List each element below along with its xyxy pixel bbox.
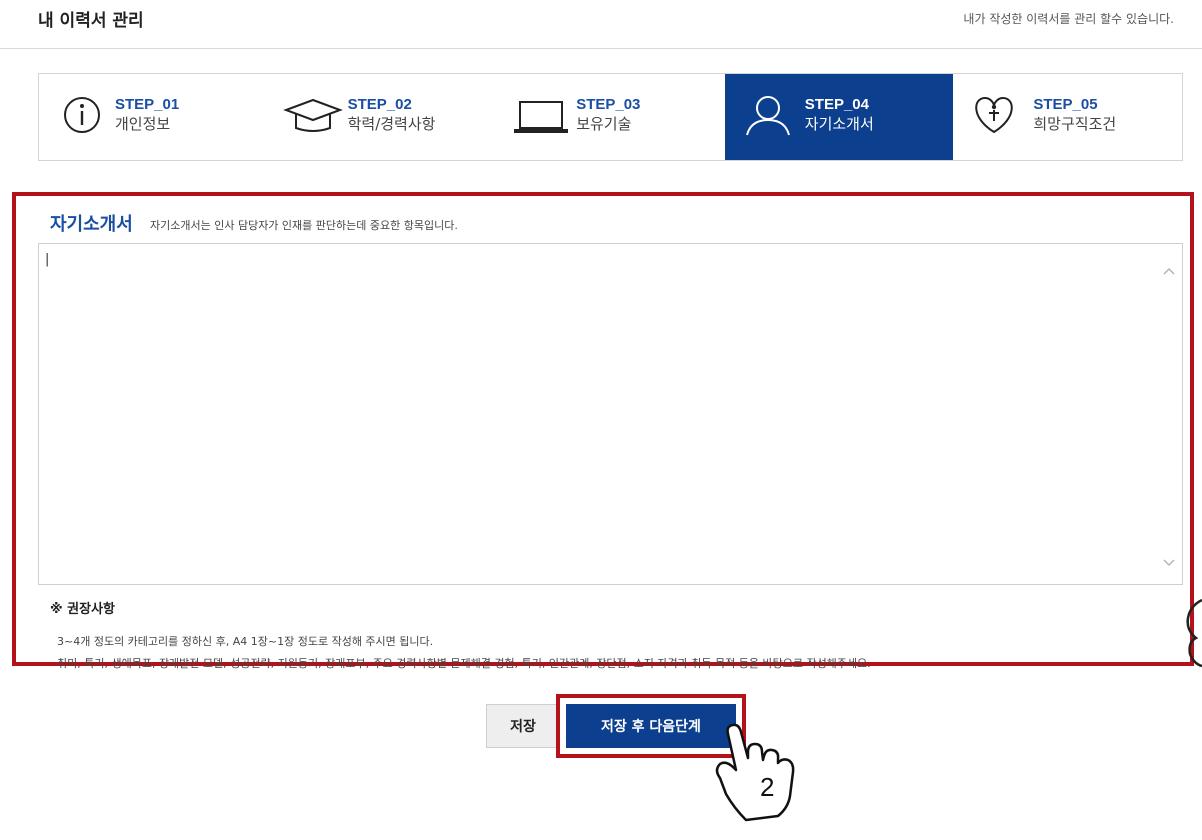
save-button[interactable]: 저장 bbox=[486, 704, 560, 748]
step-code: STEP_05 bbox=[1033, 96, 1098, 113]
step-code: STEP_04 bbox=[804, 96, 869, 113]
step-01[interactable]: STEP_01 개인정보 bbox=[39, 74, 268, 160]
graduation-cap-icon bbox=[282, 98, 343, 132]
step-03[interactable]: STEP_03 보유기술 bbox=[496, 74, 725, 160]
page-description: 내가 작성한 이력서를 관리 할수 있습니다. bbox=[963, 12, 1174, 26]
info-circle-icon bbox=[64, 97, 100, 133]
pointer-hand-icon bbox=[1186, 598, 1202, 668]
self-introduction-textarea[interactable]: | bbox=[38, 243, 1183, 585]
step-code: STEP_01 bbox=[115, 96, 180, 113]
step-name: 학력/경력사항 bbox=[347, 115, 436, 133]
section-subtitle: 자기소개서는 인사 담당자가 인재를 판단하는데 중요한 항목입니다. bbox=[150, 219, 458, 232]
scroll-up-icon[interactable] bbox=[1162, 264, 1176, 278]
step-code: STEP_02 bbox=[347, 96, 412, 113]
step-04[interactable]: STEP_04 자기소개서 bbox=[724, 74, 954, 160]
user-icon bbox=[745, 96, 790, 136]
heart-person-icon bbox=[975, 96, 1013, 134]
step-navigation: STEP_01 개인정보 STEP_02 학력/경력사항 STEP_03 보유기… bbox=[38, 73, 1183, 161]
step-code: STEP_03 bbox=[576, 96, 641, 113]
page-title: 내 이력서 관리 bbox=[38, 11, 144, 31]
step-name: 희망구직조건 bbox=[1033, 115, 1117, 133]
recommend-line: 취미, 특기, 생애목표, 장래발전 모델, 성공전략, 지원동기, 장래포부,… bbox=[57, 657, 871, 670]
pointer-hand-icon bbox=[715, 723, 795, 822]
recommend-line: 3~4개 정도의 카테고리를 정하신 후, A4 1장~1장 정도로 작성해 주… bbox=[57, 635, 434, 648]
laptop-icon bbox=[514, 101, 569, 133]
step-05[interactable]: STEP_05 희망구직조건 bbox=[953, 74, 1182, 160]
scroll-down-icon[interactable] bbox=[1162, 556, 1176, 570]
step-name: 자기소개서 bbox=[804, 115, 874, 133]
section-title: 자기소개서 bbox=[50, 214, 133, 235]
step-number-label: 2 bbox=[760, 772, 775, 802]
step-02[interactable]: STEP_02 학력/경력사항 bbox=[267, 74, 497, 160]
step-name: 보유기술 bbox=[576, 115, 632, 133]
text-cursor: | bbox=[45, 252, 50, 267]
recommend-title: ※ 권장사항 bbox=[50, 602, 116, 617]
title-divider bbox=[0, 48, 1202, 49]
step-name: 개인정보 bbox=[115, 115, 171, 133]
